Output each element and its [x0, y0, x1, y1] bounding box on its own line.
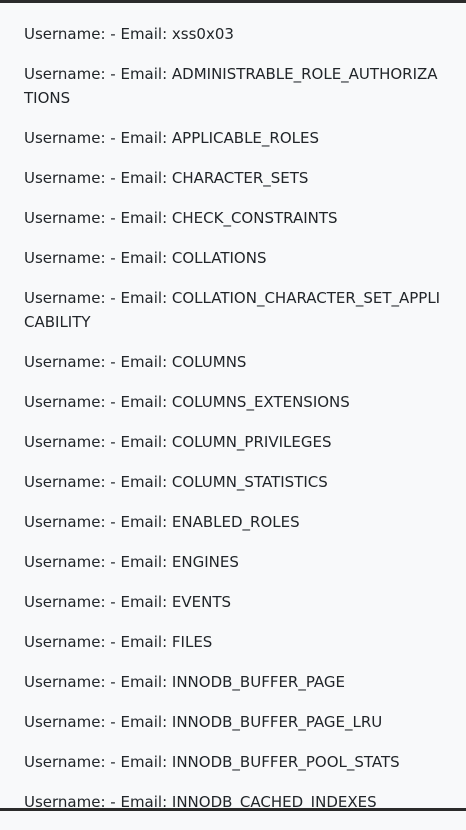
list-item: Username: - Email: EVENTS	[24, 590, 444, 614]
list-item: Username: - Email: CHECK_CONSTRAINTS	[24, 206, 444, 230]
list-item: Username: - Email: APPLICABLE_ROLES	[24, 126, 444, 150]
list-item: Username: - Email: ADMINISTRABLE_ROLE_AU…	[24, 62, 444, 110]
list-item: Username: - Email: FILES	[24, 630, 444, 654]
top-border	[0, 0, 466, 3]
list-item: Username: - Email: ENGINES	[24, 550, 444, 574]
list-item: Username: - Email: xss0x03	[24, 22, 444, 46]
list-item: Username: - Email: COLUMN_STATISTICS	[24, 470, 444, 494]
list-item: Username: - Email: COLLATION_CHARACTER_S…	[24, 286, 444, 334]
list-item: Username: - Email: CHARACTER_SETS	[24, 166, 444, 190]
list-item: Username: - Email: INNODB_BUFFER_PAGE_LR…	[24, 710, 444, 734]
list-item: Username: - Email: COLLATIONS	[24, 246, 444, 270]
list-item: Username: - Email: INNODB_BUFFER_PAGE	[24, 670, 444, 694]
list-item: Username: - Email: COLUMNS	[24, 350, 444, 374]
list-item: Username: - Email: COLUMN_PRIVILEGES	[24, 430, 444, 454]
list-item: Username: - Email: COLUMNS_EXTENSIONS	[24, 390, 444, 414]
list-item: Username: - Email: ENABLED_ROLES	[24, 510, 444, 534]
list-item: Username: - Email: INNODB_BUFFER_POOL_ST…	[24, 750, 444, 774]
results-list: Username: - Email: xss0x03 Username: - E…	[24, 22, 444, 830]
